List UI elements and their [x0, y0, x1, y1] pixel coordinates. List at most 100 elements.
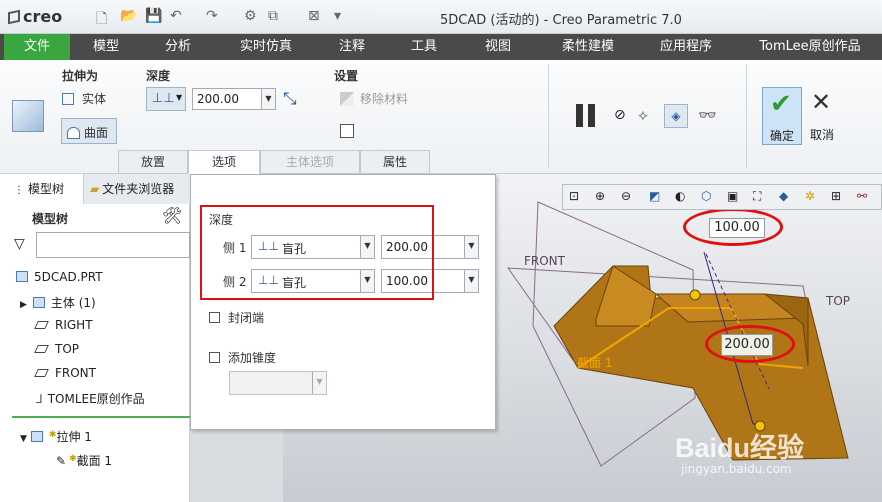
saved-orientations-icon[interactable]: ⬡ — [701, 189, 711, 203]
tab-body-options[interactable]: 主体选项 — [260, 150, 360, 174]
tree-icon: ⋮ — [14, 185, 24, 196]
depth-type-dropdown[interactable]: ⊥⊥ ▼ — [146, 87, 186, 111]
chevron-down-icon[interactable]: ▼ — [464, 270, 478, 292]
tree-item-body[interactable]: ▶ 主体 (1) — [20, 294, 96, 311]
menu-flexible-modeling[interactable]: 柔性建模 — [548, 34, 628, 60]
divider — [548, 64, 549, 168]
tree-item-right[interactable]: RIGHT — [34, 318, 93, 332]
divider — [746, 64, 747, 168]
tree-root[interactable]: 5DCAD.PRT — [16, 270, 103, 284]
folder-icon: ▰ — [90, 182, 100, 196]
chevron-down-icon[interactable]: ▼ — [464, 236, 478, 258]
highlight-depth-options — [200, 205, 434, 300]
tree-search-input[interactable] — [36, 232, 190, 258]
save-icon[interactable]: 💾 — [145, 8, 162, 24]
filter-icon[interactable]: ▽ — [14, 236, 25, 252]
thicken-checkbox[interactable] — [340, 124, 354, 138]
tab-placement[interactable]: 放置 — [118, 150, 188, 174]
tree-item-extrude[interactable]: ▼ ✱拉伸 1 — [20, 428, 92, 445]
chevron-down-icon[interactable]: ▼ — [261, 89, 275, 109]
windows-icon[interactable]: ⧉ — [268, 8, 278, 24]
graphics-toolbar: ⊡ ⊕ ⊖ ◩ ◐ ⬡ ▣ ⛶ ◆ ✲ ⊞ ⚯ — [562, 184, 882, 210]
cancel-button[interactable]: ✕ 取消 — [808, 87, 838, 145]
pause-button[interactable] — [574, 104, 598, 128]
expand-icon[interactable]: ▶ — [20, 300, 27, 310]
customize-toolbar-icon[interactable]: ▾ — [334, 8, 341, 24]
close-icon: ✕ — [811, 88, 832, 116]
tree-item-sketch[interactable]: ✎ ✱截面 1 — [56, 452, 112, 469]
new-file-icon[interactable]: 🗋 — [96, 8, 107, 32]
menu-annotate[interactable]: 注释 — [326, 34, 378, 60]
highlight-dimension-side2 — [683, 208, 783, 246]
remove-material-toggle[interactable]: 移除材料 — [340, 90, 408, 107]
surface-button[interactable]: 曲面 — [61, 118, 117, 144]
regenerate-icon[interactable]: ⚙ — [244, 8, 257, 24]
chevron-down-icon: ▼ — [176, 93, 183, 102]
perspective-icon[interactable]: ⛶ — [753, 189, 761, 204]
extrude-icon — [30, 431, 43, 442]
capped-ends-checkbox[interactable]: 封闭端 — [209, 309, 264, 326]
menu-analysis[interactable]: 分析 — [152, 34, 204, 60]
settings-tools-icon[interactable]: 🛠 — [162, 206, 182, 225]
tab-folder-browser[interactable]: ▰ 文件夹浏览器 — [84, 174, 190, 204]
tab-options[interactable]: 选项 — [188, 150, 260, 174]
tree-item-front[interactable]: FRONT — [34, 366, 96, 380]
watermark-brand: Baidu经验 — [675, 433, 805, 463]
zoom-in-icon[interactable]: ⊕ — [595, 189, 605, 203]
tree-item-top[interactable]: TOP — [34, 342, 79, 356]
front-plane-label: FRONT — [524, 254, 565, 268]
body-icon — [32, 297, 45, 308]
depth-value-input[interactable]: 200.00 ▼ — [192, 88, 276, 110]
depth-handle-2[interactable] — [689, 289, 701, 301]
zoom-out-icon[interactable]: ⊖ — [621, 189, 631, 203]
menu-bar: 文件 模型 分析 实时仿真 注释 工具 视图 柔性建模 应用程序 TomLee原… — [0, 34, 882, 60]
ok-button[interactable]: ✔ 确定 — [762, 87, 802, 145]
sketch-icon: ✎ — [56, 454, 67, 468]
open-file-icon[interactable]: 📂 — [120, 8, 137, 24]
tree-item-csys[interactable]: ⅃ TOMLEE原创作品 — [36, 390, 145, 407]
coordinate-system-icon: ⅃ — [36, 392, 43, 406]
close-window-icon[interactable]: ⊠ — [308, 8, 320, 24]
datum-display-icon[interactable]: ✲ — [805, 189, 815, 203]
menu-tools[interactable]: 工具 — [398, 34, 450, 60]
menu-model[interactable]: 模型 — [80, 34, 132, 60]
remove-material-icon — [340, 92, 354, 106]
menu-applications[interactable]: 应用程序 — [646, 34, 726, 60]
datum-plane-icon — [34, 369, 49, 377]
taper-value-input[interactable]: ▼ — [229, 371, 327, 395]
redo-icon[interactable]: ↷ — [206, 8, 218, 24]
solid-button[interactable]: 实体 — [62, 90, 106, 110]
expand-icon[interactable]: ▼ — [20, 434, 27, 444]
attached-preview-icon[interactable]: ◈ — [664, 104, 688, 128]
spin-center-icon[interactable]: ⚯ — [857, 189, 867, 203]
tab-properties[interactable]: 属性 — [360, 150, 430, 174]
display-style-icon[interactable]: ◐ — [675, 189, 685, 203]
section-view-icon[interactable]: ◆ — [779, 189, 788, 203]
extrude-as-label: 拉伸为 — [62, 69, 99, 83]
add-taper-checkbox[interactable]: 添加锥度 — [209, 349, 276, 366]
verify-glasses-icon[interactable]: 👓 — [698, 106, 717, 124]
view-manager-icon[interactable]: ▣ — [727, 189, 738, 203]
model-tree-header: 模型树 — [32, 212, 69, 226]
insert-indicator — [12, 416, 190, 418]
extrude-feature-icon — [12, 100, 44, 132]
no-preview-icon[interactable]: ⊘ — [614, 107, 626, 123]
checkmark-icon: ✔ — [770, 89, 792, 119]
undo-icon[interactable]: ↶ — [170, 8, 182, 24]
depth-label: 深度 — [146, 69, 171, 83]
section-label: 截面 1 — [577, 356, 613, 370]
highlight-dimension-side1 — [705, 325, 795, 363]
menu-file[interactable]: 文件 — [4, 34, 70, 60]
tab-model-tree[interactable]: ⋮ 模型树 — [0, 174, 84, 204]
chevron-down-icon[interactable]: ▼ — [312, 372, 326, 394]
separate-preview-icon[interactable]: ⟡ — [638, 106, 648, 124]
pause-icon — [576, 104, 583, 127]
menu-view[interactable]: 视图 — [472, 34, 524, 60]
repaint-icon[interactable]: ◩ — [649, 189, 660, 203]
model-tree-panel: ⋮ 模型树 ▰ 文件夹浏览器 模型树 🛠 ▽ 5DCAD.PRT ▶ 主体 (1) R… — [0, 174, 190, 502]
flip-direction-icon[interactable]: ⤡ — [283, 89, 297, 109]
menu-live-simulation[interactable]: 实时仿真 — [228, 34, 304, 60]
annotation-display-icon[interactable]: ⊞ — [831, 189, 841, 203]
menu-tomlee[interactable]: TomLee原创作品 — [752, 34, 868, 60]
refit-icon[interactable]: ⊡ — [569, 189, 579, 203]
